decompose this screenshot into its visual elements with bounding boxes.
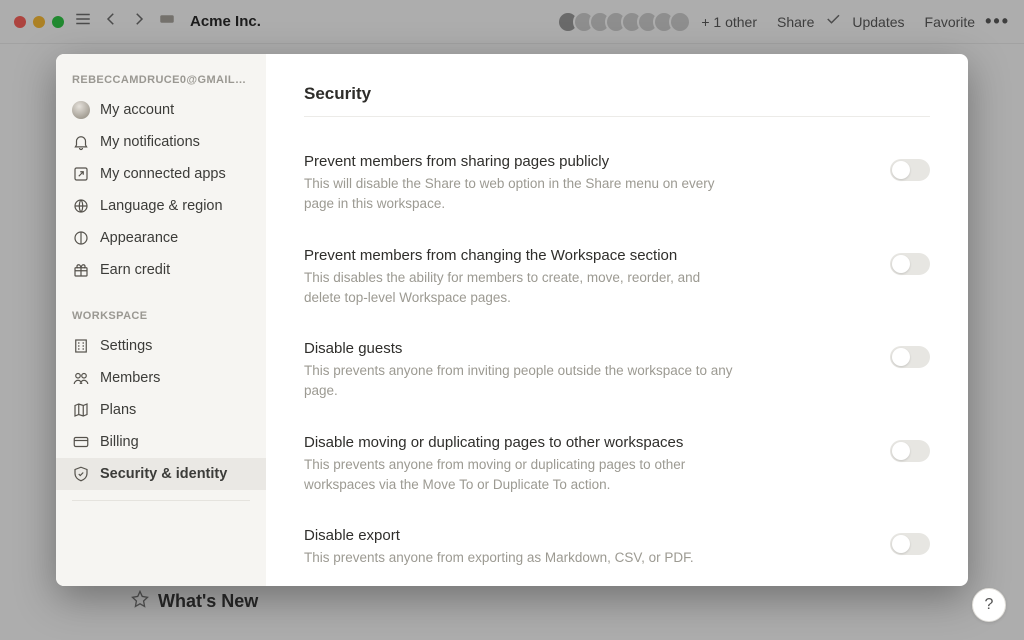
sidebar-item-label: Appearance xyxy=(100,230,178,246)
setting-desc: This disables the ability for members to… xyxy=(304,268,734,309)
setting-desc: This will disable the Share to web optio… xyxy=(304,174,734,215)
sidebar-item-label: Plans xyxy=(100,402,136,418)
sidebar-item-plans[interactable]: Plans xyxy=(56,394,266,426)
settings-dialog: REBECCAMDRUCE0@GMAIL… My account My noti… xyxy=(56,54,968,586)
avatar-icon xyxy=(72,101,90,119)
map-icon xyxy=(72,401,90,419)
moon-icon xyxy=(72,229,90,247)
setting-disable-guests: Disable guests This prevents anyone from… xyxy=(304,326,930,420)
setting-desc: This prevents anyone from inviting peopl… xyxy=(304,361,734,402)
sidebar-item-label: Billing xyxy=(100,434,139,450)
external-link-icon xyxy=(72,165,90,183)
setting-desc: This prevents anyone from exporting as M… xyxy=(304,548,734,568)
sidebar-item-label: Settings xyxy=(100,338,152,354)
toggle-prevent-workspace-change[interactable] xyxy=(890,253,930,275)
sidebar-item-label: Earn credit xyxy=(100,262,170,278)
sidebar-item-earn-credit[interactable]: Earn credit xyxy=(56,254,266,286)
toggle-prevent-public-share[interactable] xyxy=(890,159,930,181)
building-icon xyxy=(72,337,90,355)
setting-desc: This prevents anyone from moving or dupl… xyxy=(304,455,734,496)
sidebar-item-label: Members xyxy=(100,370,160,386)
sidebar-item-label: My connected apps xyxy=(100,166,226,182)
members-icon xyxy=(72,369,90,387)
sidebar-item-security-identity[interactable]: Security & identity xyxy=(56,458,266,490)
sidebar-item-label: Language & region xyxy=(100,198,223,214)
toggle-disable-export[interactable] xyxy=(890,533,930,555)
setting-disable-export: Disable export This prevents anyone from… xyxy=(304,513,930,586)
sidebar-item-label: My account xyxy=(100,102,174,118)
sidebar-item-label: Security & identity xyxy=(100,466,227,482)
panel-title: Security xyxy=(304,84,930,104)
setting-title: Prevent members from changing the Worksp… xyxy=(304,247,870,264)
sidebar-item-label: My notifications xyxy=(100,134,200,150)
gift-icon xyxy=(72,261,90,279)
setting-title: Disable moving or duplicating pages to o… xyxy=(304,434,870,451)
sidebar-item-billing[interactable]: Billing xyxy=(56,426,266,458)
sidebar-heading-account: REBECCAMDRUCE0@GMAIL… xyxy=(56,68,266,94)
bell-icon xyxy=(72,133,90,151)
settings-sidebar: REBECCAMDRUCE0@GMAIL… My account My noti… xyxy=(56,54,266,586)
sidebar-item-appearance[interactable]: Appearance xyxy=(56,222,266,254)
setting-title: Prevent members from sharing pages publi… xyxy=(304,153,870,170)
setting-prevent-public-share: Prevent members from sharing pages publi… xyxy=(304,139,930,233)
sidebar-item-language-region[interactable]: Language & region xyxy=(56,190,266,222)
sidebar-item-settings[interactable]: Settings xyxy=(56,330,266,362)
card-icon xyxy=(72,433,90,451)
sidebar-item-my-notifications[interactable]: My notifications xyxy=(56,126,266,158)
sidebar-item-my-account[interactable]: My account xyxy=(56,94,266,126)
help-button[interactable]: ? xyxy=(972,588,1006,622)
sidebar-heading-workspace: WORKSPACE xyxy=(56,304,266,330)
sidebar-divider xyxy=(72,500,250,501)
setting-prevent-workspace-change: Prevent members from changing the Worksp… xyxy=(304,233,930,327)
setting-disable-move-duplicate: Disable moving or duplicating pages to o… xyxy=(304,420,930,514)
setting-title: Disable export xyxy=(304,527,870,544)
toggle-disable-move-duplicate[interactable] xyxy=(890,440,930,462)
settings-main-panel: Security Prevent members from sharing pa… xyxy=(266,54,968,586)
setting-title: Disable guests xyxy=(304,340,870,357)
globe-icon xyxy=(72,197,90,215)
toggle-disable-guests[interactable] xyxy=(890,346,930,368)
sidebar-item-connected-apps[interactable]: My connected apps xyxy=(56,158,266,190)
title-divider xyxy=(304,116,930,117)
shield-icon xyxy=(72,465,90,483)
sidebar-item-members[interactable]: Members xyxy=(56,362,266,394)
